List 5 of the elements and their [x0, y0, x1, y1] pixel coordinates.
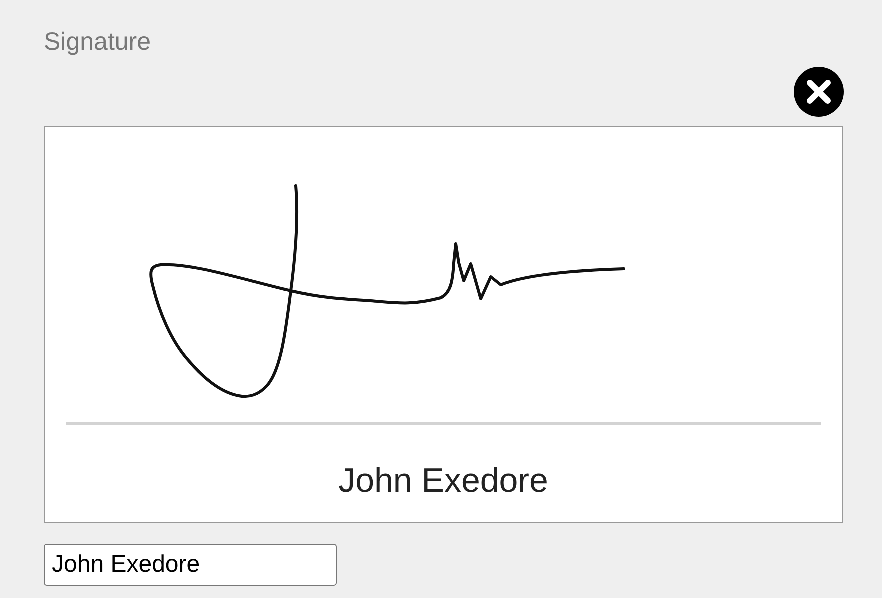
signature-pad[interactable]: John Exedore — [44, 126, 843, 523]
printed-name: John Exedore — [338, 461, 548, 501]
name-input-field[interactable]: John Exedore — [44, 544, 337, 586]
close-icon[interactable] — [794, 67, 844, 117]
section-title: Signature — [44, 27, 152, 58]
